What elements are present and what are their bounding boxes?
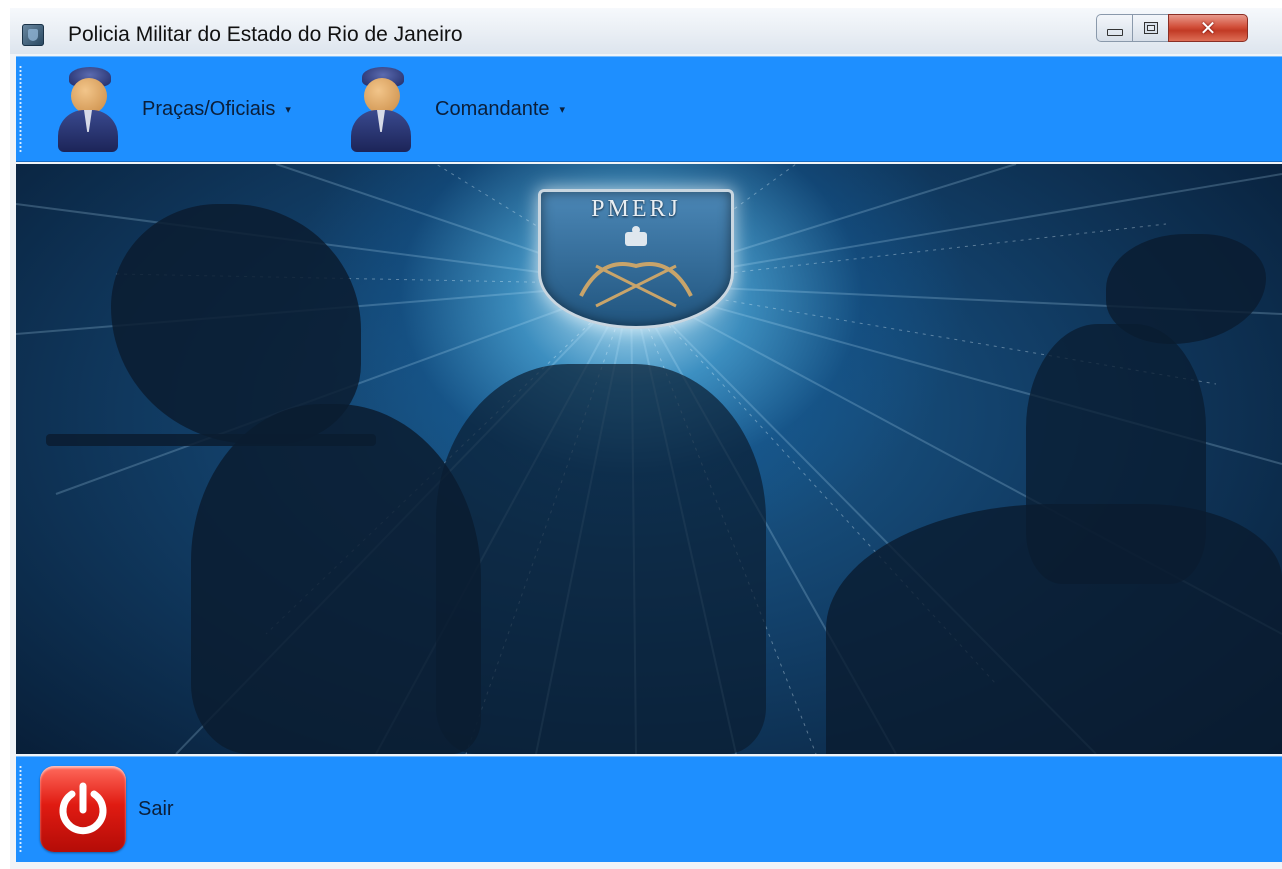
- bottom-toolbar: Sair: [16, 756, 1282, 862]
- window-title: Policia Militar do Estado do Rio de Jane…: [68, 23, 463, 46]
- title-bar[interactable]: Policia Militar do Estado do Rio de Jane…: [10, 8, 1282, 54]
- chevron-down-icon: ▾: [285, 103, 291, 116]
- chevron-down-icon: ▾: [559, 103, 566, 116]
- power-icon: [40, 766, 126, 852]
- exit-button[interactable]: Sair: [40, 765, 174, 853]
- maximize-button[interactable]: [1132, 14, 1168, 42]
- menu-comandante[interactable]: Comandante ▾: [349, 57, 565, 161]
- menu-pracas-oficiais-label: Praças/Oficiais: [142, 97, 276, 120]
- app-window: Policia Militar do Estado do Rio de Jane…: [10, 8, 1282, 869]
- minimize-button[interactable]: [1096, 14, 1132, 42]
- commander-icon: [349, 64, 413, 154]
- app-icon[interactable]: [22, 24, 44, 46]
- close-button[interactable]: ✕: [1168, 14, 1248, 42]
- pmerj-shield-emblem: PMERJ: [538, 189, 734, 329]
- toolbar-grip[interactable]: [19, 65, 22, 153]
- emblem-text: PMERJ: [591, 196, 681, 222]
- banner-image: PMERJ: [16, 164, 1282, 754]
- rifle-silhouette: [46, 434, 376, 446]
- minimize-icon: [1106, 28, 1123, 36]
- maximize-icon: [1143, 22, 1158, 34]
- menu-comandante-label: Comandante: [435, 97, 550, 120]
- officer-icon: [56, 64, 120, 154]
- close-icon: ✕: [1199, 17, 1217, 40]
- main-toolbar: Praças/Oficiais ▾ Comandante ▾: [16, 56, 1282, 162]
- soldier-center-silhouette: [436, 364, 766, 754]
- window-controls: ✕: [1096, 14, 1248, 44]
- emblem-crest-icon: [579, 226, 693, 308]
- horse-silhouette: [826, 504, 1282, 754]
- exit-label: Sair: [138, 797, 174, 820]
- toolbar-grip[interactable]: [19, 765, 22, 854]
- menu-pracas-oficiais[interactable]: Praças/Oficiais ▾: [56, 57, 291, 161]
